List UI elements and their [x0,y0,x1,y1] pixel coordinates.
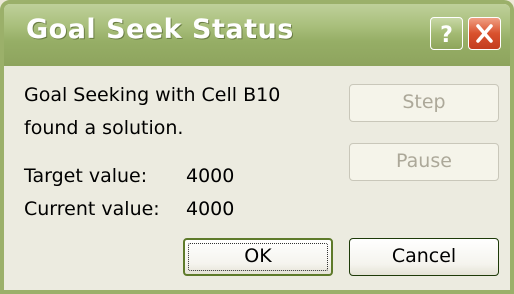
title-bar[interactable]: Goal Seek Status ? [4,4,510,66]
ok-button[interactable]: OK [183,238,333,276]
help-glyph: ? [440,23,453,48]
close-button[interactable] [468,17,501,50]
current-value: 4000 [186,198,235,220]
target-value-label: Target value: [24,165,148,187]
dialog-content: Goal Seeking with Cell B10 found a solut… [4,66,510,290]
question-mark-icon: ? [440,23,453,48]
focus-rectangle [188,243,328,271]
help-button[interactable]: ? [430,17,463,50]
status-message-line2: found a solution. [24,117,184,139]
current-value-label: Current value: [24,198,160,220]
pause-button[interactable]: Pause [349,143,499,181]
target-value: 4000 [186,165,235,187]
goal-seek-status-dialog: Goal Seek Status ? Goal Seeking with Cel… [0,0,514,294]
step-button[interactable]: Step [349,84,499,122]
cancel-button[interactable]: Cancel [349,238,499,276]
close-x-icon [476,24,493,43]
dialog-title: Goal Seek Status [26,14,294,45]
status-message-line1: Goal Seeking with Cell B10 [24,84,281,106]
